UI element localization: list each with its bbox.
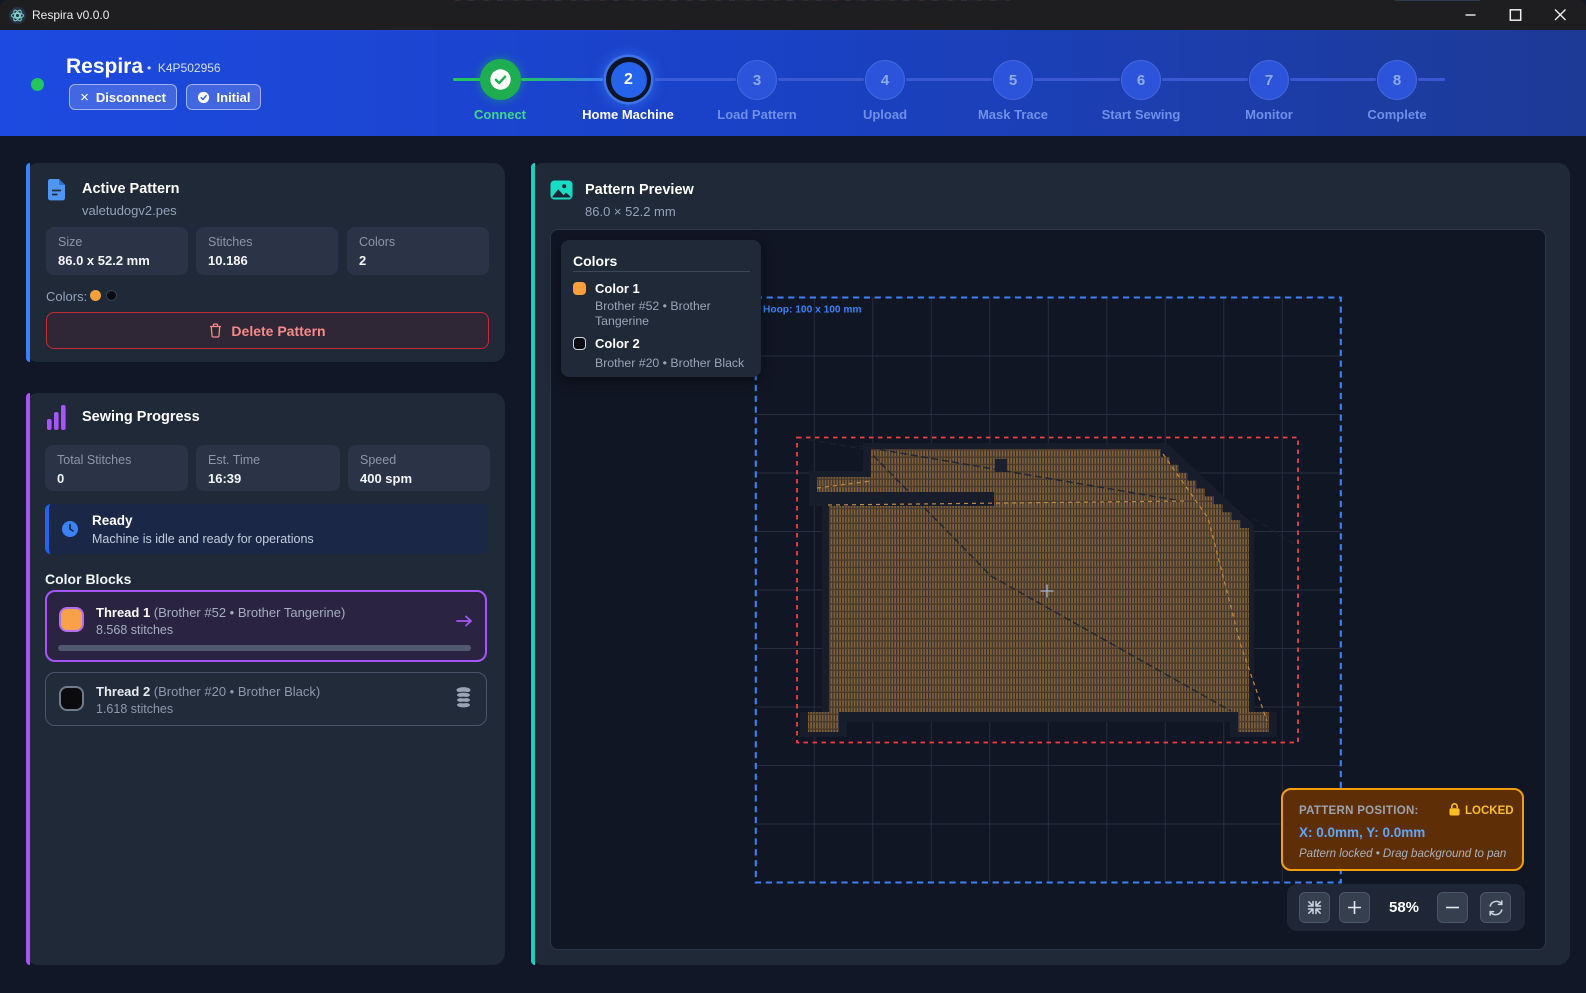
svg-text:Hoop: 100 x 100 mm: Hoop: 100 x 100 mm [763,305,862,316]
